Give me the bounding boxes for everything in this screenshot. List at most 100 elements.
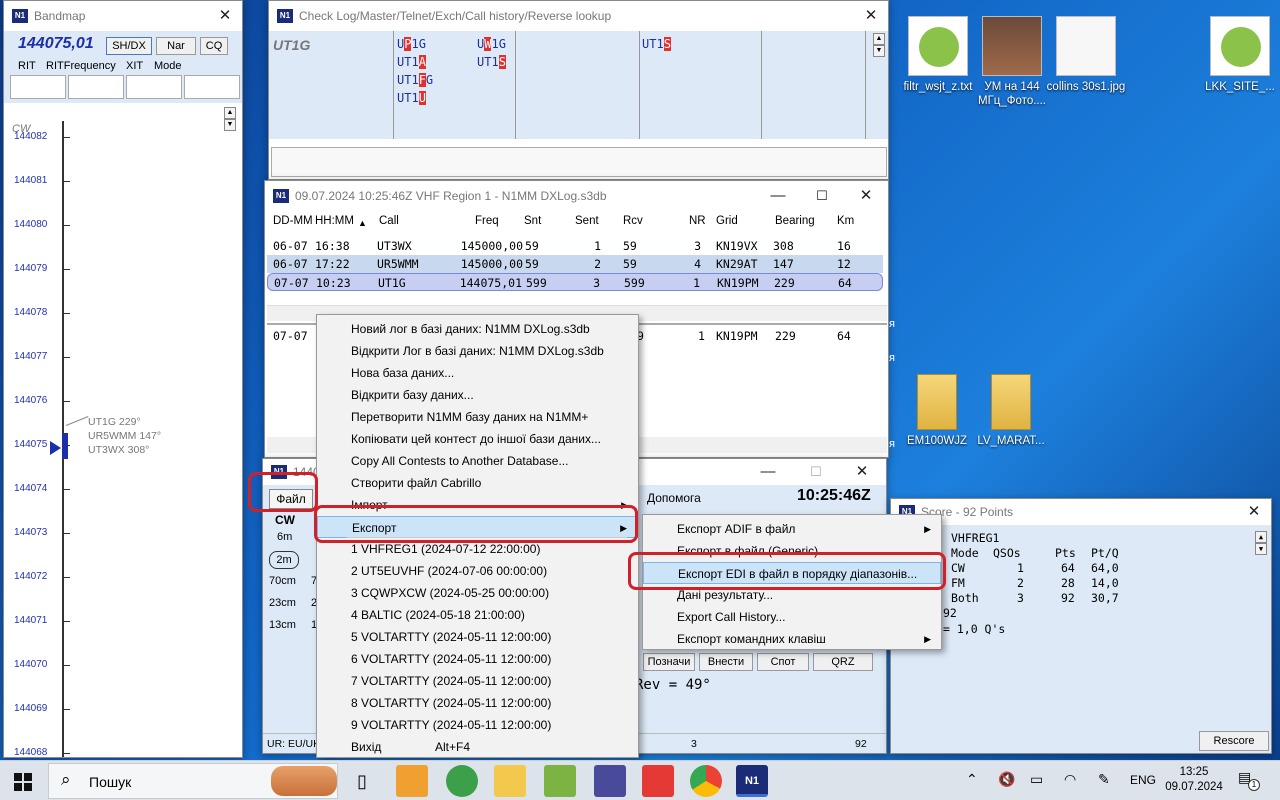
minimize-button[interactable]: — (746, 459, 790, 485)
qrz-button[interactable]: QRZ (813, 653, 873, 671)
scroll-down-icon[interactable]: ▼ (873, 45, 885, 57)
xit-field[interactable] (126, 75, 182, 99)
file-menu-item[interactable]: 5 VOLTARTTY (2024-05-11 12:00:00) (317, 626, 638, 648)
table-row[interactable]: 06-07 17:22 UR5WMM 145000,00 59 2 59 4 KN29AT 147… (267, 255, 883, 273)
spot-button[interactable]: Спот (757, 653, 809, 671)
col-header[interactable]: Km (837, 215, 854, 227)
col-header[interactable]: DD-MM (273, 215, 313, 227)
maximize-button[interactable]: ☐ (794, 459, 838, 485)
col-header[interactable]: Freq (475, 215, 499, 227)
bandmap-frequency-label[interactable]: 144081 (14, 175, 47, 186)
col-header[interactable]: NR (689, 215, 706, 227)
app-icon-clock[interactable] (446, 765, 478, 797)
file-menu-item[interactable]: 3 CQWPXCW (2024-05-25 00:00:00) (317, 582, 638, 604)
file-menu-item[interactable]: 6 VOLTARTTY (2024-05-11 12:00:00) (317, 648, 638, 670)
table-row[interactable]: 06-07 16:38 UT3WX 145000,00 59 1 59 3 KN19VX 308 1… (267, 237, 883, 255)
chrome-icon[interactable] (690, 765, 722, 797)
close-button[interactable]: ✕ (844, 181, 888, 211)
scroll-up-icon[interactable]: ▲ (873, 33, 885, 45)
file-menu-item[interactable]: 8 VOLTARTTY (2024-05-11 12:00:00) (317, 692, 638, 714)
export-menu-item[interactable]: Експорт ADIF в файл ▶ (643, 518, 941, 540)
score-scroll[interactable]: ▲ ▼ (1255, 531, 1267, 555)
close-button[interactable]: ✕ (1237, 499, 1271, 525)
file-menu-item[interactable]: 9 VOLTARTTY (2024-05-11 12:00:00) (317, 714, 638, 736)
battery-icon[interactable]: ▭ (1030, 771, 1043, 788)
scroll-down-icon[interactable]: ▼ (224, 119, 236, 131)
file-menu-item[interactable]: Вихід Alt+F4 (317, 736, 638, 758)
language-indicator[interactable]: ENG (1130, 773, 1156, 787)
file-menu-item[interactable]: Відкрити базу даних... (317, 384, 638, 406)
cq-button[interactable]: CQ (200, 37, 228, 55)
mode-field[interactable] (184, 75, 240, 99)
band-23cm[interactable]: 23cm (269, 597, 296, 609)
partial-call[interactable]: UT1FG (397, 71, 433, 89)
bandmap-frequency-label[interactable]: 144072 (14, 571, 47, 582)
rescore-button[interactable]: Rescore (1199, 731, 1269, 751)
bandmap-frequency-label[interactable]: 144075 (14, 439, 47, 450)
export-menu-item[interactable]: Експорт командних клавіш ▶ (643, 628, 941, 650)
spot-labels[interactable]: UT1G 229° UR5WMM 147° UT3WX 308° (88, 415, 161, 457)
bandmap-frequency-label[interactable]: 144077 (14, 351, 47, 362)
scroll-down-icon[interactable]: ▼ (1255, 543, 1267, 555)
spot-label[interactable]: UT1G 229° (88, 415, 161, 429)
bandmap-frequency-label[interactable]: 144068 (14, 747, 47, 758)
bandmap-frequency-label[interactable]: 144082 (14, 131, 47, 142)
bandmap-frequency-label[interactable]: 144073 (14, 527, 47, 538)
minimize-button[interactable]: — (756, 181, 800, 211)
score-titlebar[interactable]: N1 Score - 92 Points (891, 499, 1271, 525)
file-menu-item[interactable]: Створити файл Cabrillo (317, 472, 638, 494)
rit-frequency-field[interactable] (68, 75, 124, 99)
log-it-button[interactable]: Внести (699, 653, 753, 671)
file-menu-item[interactable]: Копіювати цей контест до іншої бази дани… (317, 428, 638, 450)
close-button[interactable]: ✕ (208, 1, 242, 31)
bandmap-scroll[interactable]: ▲ ▼ (224, 107, 236, 131)
band-13cm[interactable]: 13cm (269, 619, 296, 631)
partial-call[interactable]: UT1U (397, 89, 433, 107)
col-header[interactable]: Snt (524, 215, 541, 227)
save-app-icon[interactable] (594, 765, 626, 797)
bandmap-frequency-label[interactable]: 144080 (14, 219, 47, 230)
close-button[interactable]: ✕ (840, 459, 884, 485)
band-2m[interactable]: 2m (269, 551, 299, 569)
checklog-titlebar[interactable]: N1 Check Log/Master/Telnet/Exch/Call hist… (269, 1, 888, 31)
partial-call[interactable]: UW1G (477, 35, 506, 53)
pen-icon[interactable]: ✎ (1098, 771, 1110, 788)
close-button[interactable]: ✕ (854, 1, 888, 31)
col-header[interactable]: Rcv (623, 215, 643, 227)
maximize-button[interactable]: ☐ (800, 181, 844, 211)
file-menu-item[interactable]: Новий лог в базі даних: N1MM DXLog.s3db (317, 318, 638, 340)
spot-label[interactable]: UT3WX 308° (88, 443, 161, 457)
band-6m[interactable]: 6m (277, 531, 292, 543)
bandmap-frequency-label[interactable]: 144069 (14, 703, 47, 714)
col-header[interactable]: Grid (716, 215, 738, 227)
help-menu[interactable]: Допомога (647, 491, 701, 505)
bandmap-frequency-label[interactable]: 144074 (14, 483, 47, 494)
export-menu-item[interactable]: Export Call History... (643, 606, 941, 628)
col-header[interactable]: Sent (575, 215, 599, 227)
table-row[interactable]: 07-07 10:23 UT1G 144075,01 599 3 599 1 KN19PM 229… (267, 273, 883, 291)
rit-field[interactable] (10, 75, 66, 99)
n1mm-taskbar-icon[interactable]: N1 (736, 765, 768, 797)
partial-call[interactable]: UT1S (642, 35, 671, 53)
col-header[interactable]: HH:MM (315, 215, 354, 227)
tray-chevron-up-icon[interactable]: ⌃ (966, 771, 978, 788)
band-70cm[interactable]: 70cm (269, 575, 296, 587)
col-header[interactable]: Bearing (775, 215, 815, 227)
clock-area[interactable]: 13:25 09.07.2024 (1164, 765, 1224, 795)
file-menu-item[interactable]: Нова база даних... (317, 362, 638, 384)
checklog-scroll[interactable]: ▲ ▼ (873, 33, 885, 57)
wifi-icon[interactable]: ◠ (1064, 771, 1076, 788)
checklog-input[interactable] (271, 147, 887, 177)
search-box[interactable]: ⌕ Пошук (48, 763, 338, 799)
desktop-icon-lkk[interactable]: LKK_SITE_... (1194, 16, 1280, 94)
col-header[interactable]: Call (379, 215, 399, 227)
file-menu-item[interactable]: Перетворити N1MM базу даних на N1MM+ (317, 406, 638, 428)
bandmap-frequency-label[interactable]: 144070 (14, 659, 47, 670)
volume-muted-icon[interactable]: 🔇 (998, 771, 1015, 788)
start-button[interactable] (14, 773, 32, 791)
file-menu-item[interactable]: 2 UT5EUVHF (2024-07-06 00:00:00) (317, 560, 638, 582)
notification-icon[interactable]: ▤ 1 (1238, 769, 1260, 791)
task-view-icon[interactable]: ▯ (346, 765, 378, 797)
bandmap-titlebar[interactable]: N1 Bandmap (4, 1, 242, 31)
shdx-button[interactable]: SH/DX (106, 37, 152, 55)
